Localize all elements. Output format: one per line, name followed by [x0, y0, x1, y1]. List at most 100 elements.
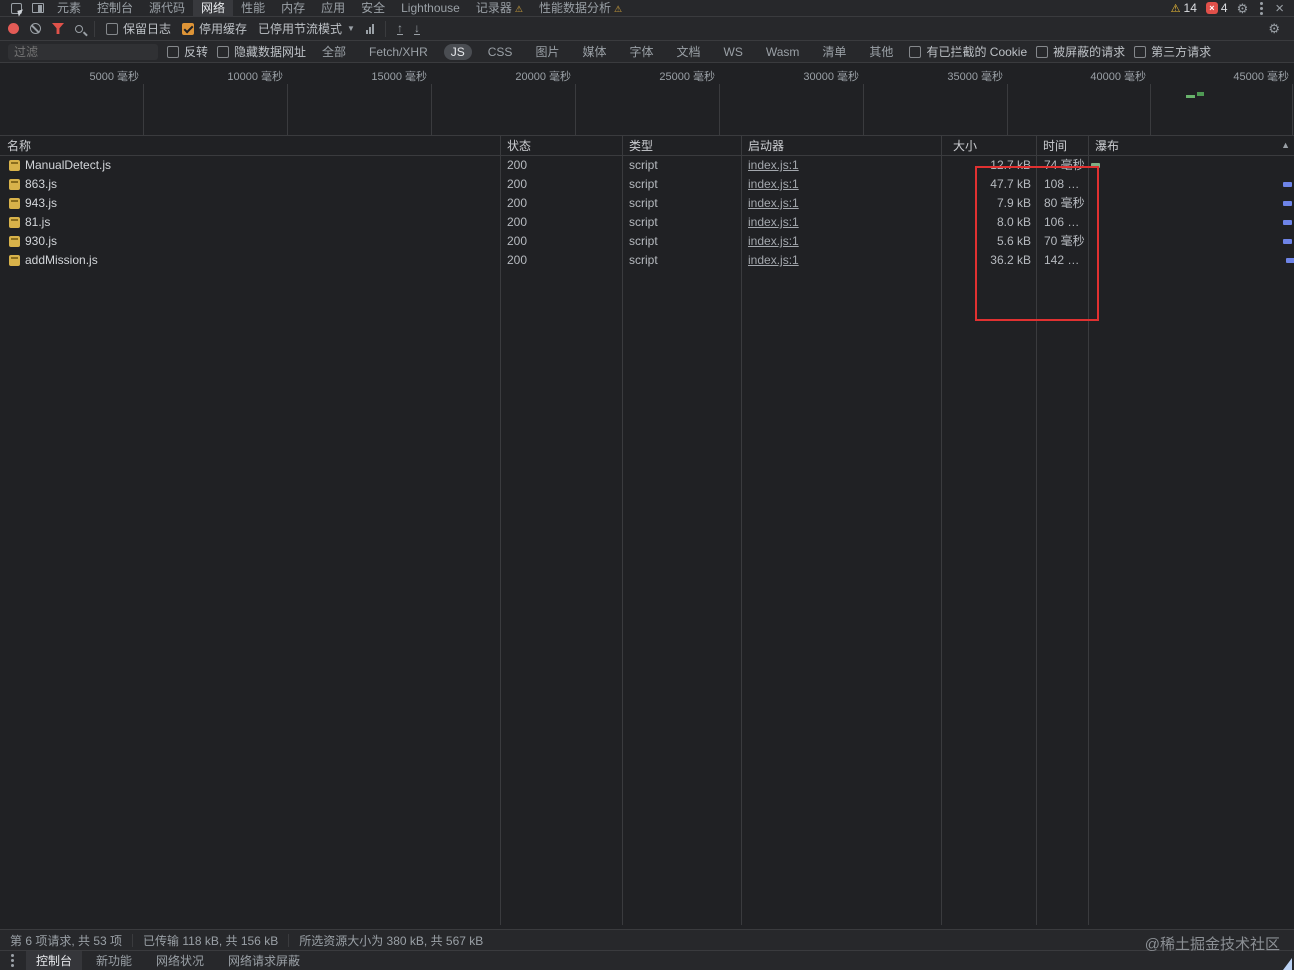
scrollbar-up-icon[interactable]: ▲	[1281, 140, 1290, 150]
table-row[interactable]: ManualDetect.js 200 script index.js:1 12…	[0, 156, 1294, 175]
clear-network-log-icon[interactable]	[30, 23, 41, 34]
filter-funnel-icon[interactable]	[52, 23, 64, 34]
export-har-icon[interactable]: ↓	[413, 22, 420, 35]
annotation-red-box	[975, 166, 1099, 321]
tick-line	[1150, 84, 1151, 135]
tab-performance[interactable]: 性能	[233, 0, 273, 17]
throttling-select[interactable]: 已停用节流模式 ▼	[258, 20, 355, 37]
disable-cache-checkbox[interactable]: 停用缓存	[182, 20, 247, 37]
initiator-link[interactable]: index.js:1	[748, 196, 799, 210]
tab-security[interactable]: 安全	[353, 0, 393, 17]
tab-sources[interactable]: 源代码	[141, 0, 193, 17]
cursor-mark	[1283, 958, 1292, 970]
initiator-link[interactable]: index.js:1	[748, 253, 799, 267]
record-network-log-icon[interactable]	[8, 23, 19, 34]
request-type: script	[629, 158, 658, 172]
column-separator[interactable]	[741, 136, 742, 925]
initiator-link[interactable]: index.js:1	[748, 177, 799, 191]
network-overview-timeline[interactable]: 5000 毫秒 10000 毫秒 15000 毫秒 20000 毫秒 25000…	[0, 63, 1294, 136]
issues-counter[interactable]: ⚠ 14	[1171, 1, 1197, 15]
tab-lighthouse[interactable]: Lighthouse	[393, 0, 468, 17]
overview-activity-mark	[1197, 92, 1204, 96]
settings-gear-icon[interactable]: ⚙	[1237, 2, 1249, 15]
tab-elements[interactable]: 元素	[49, 0, 89, 17]
column-separator[interactable]	[622, 136, 623, 925]
type-filter-media[interactable]: 媒体	[575, 42, 613, 61]
type-filter-img[interactable]: 图片	[528, 42, 566, 61]
tab-performance-insights[interactable]: 性能数据分析 ⚠	[531, 0, 630, 17]
type-filter-js[interactable]: JS	[443, 43, 472, 60]
device-toolbar-icon[interactable]	[32, 3, 44, 13]
table-row[interactable]: 81.js 200 script index.js:1 8.0 kB 106 …	[0, 213, 1294, 232]
drawer-tab-console[interactable]: 控制台	[26, 950, 83, 970]
drawer-tab-whats-new[interactable]: 新功能	[86, 951, 142, 970]
preserve-log-checkbox[interactable]: 保留日志	[106, 20, 171, 37]
hide-data-urls-checkbox[interactable]: 隐藏数据网址	[217, 43, 306, 60]
type-filter-wasm[interactable]: Wasm	[759, 44, 807, 60]
warning-icon: ⚠	[1170, 2, 1181, 15]
type-filter-doc[interactable]: 文档	[669, 42, 707, 61]
checkbox-icon[interactable]	[909, 45, 922, 58]
import-har-icon[interactable]: ↑	[396, 22, 403, 35]
table-row[interactable]: 930.js 200 script index.js:1 5.6 kB 70 毫…	[0, 232, 1294, 251]
column-separator[interactable]	[500, 136, 501, 925]
waterfall-bar	[1283, 220, 1292, 225]
type-filter-css[interactable]: CSS	[481, 44, 520, 60]
overview-activity-mark	[1186, 95, 1195, 98]
column-header-size[interactable]: 大小	[941, 136, 1036, 155]
drawer-tab-network-conditions[interactable]: 网络状况	[146, 951, 214, 970]
network-conditions-icon[interactable]	[365, 23, 374, 34]
blocked-cookies-checkbox[interactable]: 有已拦截的 Cookie	[909, 43, 1027, 60]
type-filter-fetch-xhr[interactable]: Fetch/XHR	[362, 44, 435, 60]
checkbox-icon[interactable]	[217, 45, 230, 58]
checkbox-icon[interactable]	[1036, 45, 1049, 58]
column-header-time[interactable]: 时间	[1036, 136, 1088, 155]
checkbox-icon[interactable]	[1134, 45, 1147, 58]
tick-line	[863, 84, 864, 135]
third-party-checkbox[interactable]: 第三方请求	[1134, 43, 1211, 60]
checkbox-icon[interactable]	[167, 45, 179, 58]
tab-console[interactable]: 控制台	[89, 0, 141, 17]
column-separator[interactable]	[941, 136, 942, 925]
type-filter-manifest[interactable]: 清单	[815, 42, 853, 61]
checkbox-icon[interactable]	[106, 22, 118, 35]
checkbox-checked-icon[interactable]	[182, 22, 195, 35]
table-row[interactable]: 943.js 200 script index.js:1 7.9 kB 80 毫…	[0, 194, 1294, 213]
initiator-link[interactable]: index.js:1	[748, 158, 799, 172]
column-header-initiator[interactable]: 启动器	[741, 136, 941, 155]
errors-counter[interactable]: × 4	[1205, 1, 1228, 15]
drawer-menu-icon[interactable]	[11, 959, 14, 962]
filter-input[interactable]	[8, 43, 158, 60]
initiator-link[interactable]: index.js:1	[748, 215, 799, 229]
blocked-requests-checkbox[interactable]: 被屏蔽的请求	[1036, 43, 1125, 60]
type-filter-all[interactable]: 全部	[315, 42, 353, 61]
request-name: 930.js	[25, 234, 58, 248]
drawer-tab-network-request-blocking[interactable]: 网络请求屏蔽	[218, 951, 310, 970]
request-type: script	[629, 253, 658, 267]
more-options-icon[interactable]	[1260, 6, 1264, 10]
table-row[interactable]: 863.js 200 script index.js:1 47.7 kB 108…	[0, 175, 1294, 194]
type-filter-ws[interactable]: WS	[717, 44, 750, 60]
tab-recorder[interactable]: 记录器 ⚠	[468, 0, 531, 17]
close-icon[interactable]: ×	[1275, 1, 1284, 16]
column-header-status[interactable]: 状态	[500, 136, 622, 155]
summary-requests: 第 6 项请求, 共 53 项	[10, 933, 123, 948]
error-count: 4	[1220, 1, 1228, 15]
column-header-type[interactable]: 类型	[622, 136, 741, 155]
request-name: 81.js	[25, 215, 51, 229]
initiator-link[interactable]: index.js:1	[748, 234, 799, 248]
tab-network[interactable]: 网络	[193, 0, 234, 17]
summary-transferred: 已传输 118 kB, 共 156 kB	[143, 933, 279, 948]
search-icon[interactable]	[75, 24, 83, 33]
network-settings-gear-icon[interactable]: ⚙	[1268, 22, 1286, 35]
request-status: 200	[507, 253, 528, 267]
tab-application[interactable]: 应用	[313, 0, 353, 17]
type-filter-font[interactable]: 字体	[622, 42, 660, 61]
type-filter-other[interactable]: 其他	[862, 42, 900, 61]
invert-checkbox[interactable]: 反转	[167, 43, 208, 60]
table-row[interactable]: addMission.js 200 script index.js:1 36.2…	[0, 251, 1294, 270]
tab-memory[interactable]: 内存	[273, 0, 313, 17]
column-header-waterfall[interactable]: 瀑布	[1088, 136, 1294, 155]
inspect-element-icon[interactable]	[11, 2, 22, 14]
column-header-name[interactable]: 名称	[0, 136, 500, 155]
